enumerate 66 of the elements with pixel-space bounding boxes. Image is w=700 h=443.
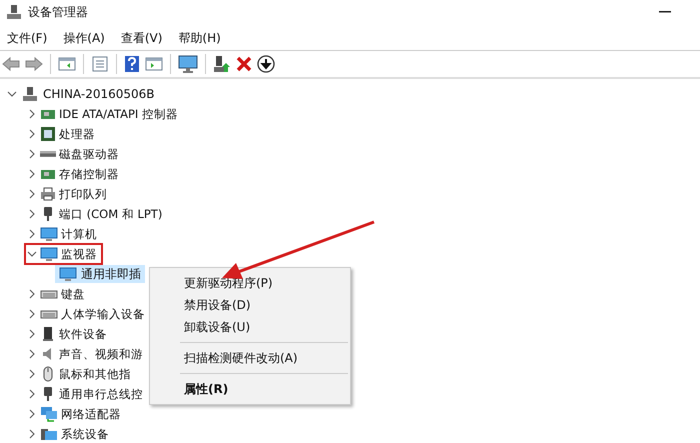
expand-chevron-icon[interactable] [27, 329, 37, 339]
help-icon[interactable] [124, 55, 140, 73]
tree-item[interactable]: 网络适配器 [61, 406, 121, 422]
tree-item[interactable]: 通用串行总线控 [59, 386, 143, 402]
tree-item[interactable]: 端口 (COM 和 LPT) [59, 206, 162, 222]
expand-chevron-icon[interactable] [27, 409, 37, 419]
tree-item[interactable]: 系统设备 [61, 426, 109, 442]
expand-chevron-icon[interactable] [27, 149, 37, 159]
delete-icon[interactable] [236, 56, 252, 72]
expand-chevron-icon[interactable] [27, 249, 37, 259]
tree-item[interactable]: 处理器 [59, 126, 95, 142]
forward-arrow-icon[interactable] [25, 56, 43, 72]
device-icon [40, 326, 56, 342]
expand-chevron-icon[interactable] [27, 229, 37, 239]
menu-item[interactable]: 文件(F) [7, 30, 48, 46]
tree-item[interactable]: 键盘 [61, 286, 85, 302]
monitor-icon[interactable] [178, 55, 198, 73]
expand-chevron-icon[interactable] [27, 349, 37, 359]
expand-chevron-icon[interactable] [27, 109, 37, 119]
expand-chevron-icon[interactable] [27, 309, 37, 319]
monitor-icon [40, 246, 58, 262]
folder-icon [40, 426, 58, 442]
panel-icon[interactable] [145, 56, 163, 72]
network-icon [40, 406, 58, 422]
menu-item[interactable]: 操作(A) [63, 30, 105, 46]
tree-item[interactable]: 打印队列 [59, 186, 107, 202]
expand-chevron-icon[interactable] [27, 189, 37, 199]
panel-icon[interactable] [58, 56, 76, 72]
document-icon[interactable] [91, 56, 109, 72]
printer-icon [40, 186, 56, 202]
menu-item[interactable]: 属性(R) [150, 378, 350, 400]
tree-item[interactable]: IDE ATA/ATAPI 控制器 [59, 106, 178, 122]
tree-item[interactable]: 计算机 [61, 226, 97, 242]
drive-icon [40, 151, 56, 157]
back-arrow-icon[interactable] [2, 56, 20, 72]
tree-item[interactable]: 软件设备 [59, 326, 107, 342]
update-driver-icon[interactable] [213, 55, 231, 73]
tree-item[interactable]: 人体学输入设备 [61, 306, 145, 322]
computer-icon [6, 4, 22, 20]
tree-item[interactable]: 磁盘驱动器 [59, 146, 119, 162]
expand-chevron-icon[interactable] [27, 389, 37, 399]
minimize-icon[interactable] [659, 10, 671, 14]
expand-chevron-icon[interactable] [27, 209, 37, 219]
expand-chevron-icon[interactable] [27, 289, 37, 299]
download-icon[interactable] [257, 55, 275, 73]
expand-chevron-icon[interactable] [27, 169, 37, 179]
window-title: 设备管理器 [28, 4, 88, 20]
computer-icon [22, 86, 38, 102]
expand-chevron-icon[interactable] [27, 429, 37, 439]
tree-item[interactable]: 鼠标和其他指 [59, 366, 131, 382]
tree-item[interactable]: 通用非即插 [55, 265, 145, 283]
menu-item[interactable]: 帮助(H) [178, 30, 221, 46]
menu-item[interactable]: 扫描检测硬件改动(A) [150, 347, 350, 369]
expand-chevron-icon[interactable] [7, 89, 17, 99]
menu-item[interactable]: 查看(V) [120, 30, 162, 46]
tree-item[interactable]: CHINA-20160506B [43, 87, 155, 101]
expand-chevron-icon[interactable] [27, 369, 37, 379]
tree-item[interactable]: 存储控制器 [59, 166, 119, 182]
menu-item[interactable]: 卸载设备(U) [150, 316, 350, 338]
tree-item[interactable]: 声音、视频和游 [59, 346, 143, 362]
monitor-icon [40, 226, 58, 242]
tree-item[interactable]: 监视器 [61, 246, 97, 262]
expand-chevron-icon[interactable] [27, 129, 37, 139]
menu-item[interactable]: 禁用设备(D) [150, 294, 350, 316]
monitor-icon [59, 266, 77, 282]
chip-icon [40, 126, 56, 142]
